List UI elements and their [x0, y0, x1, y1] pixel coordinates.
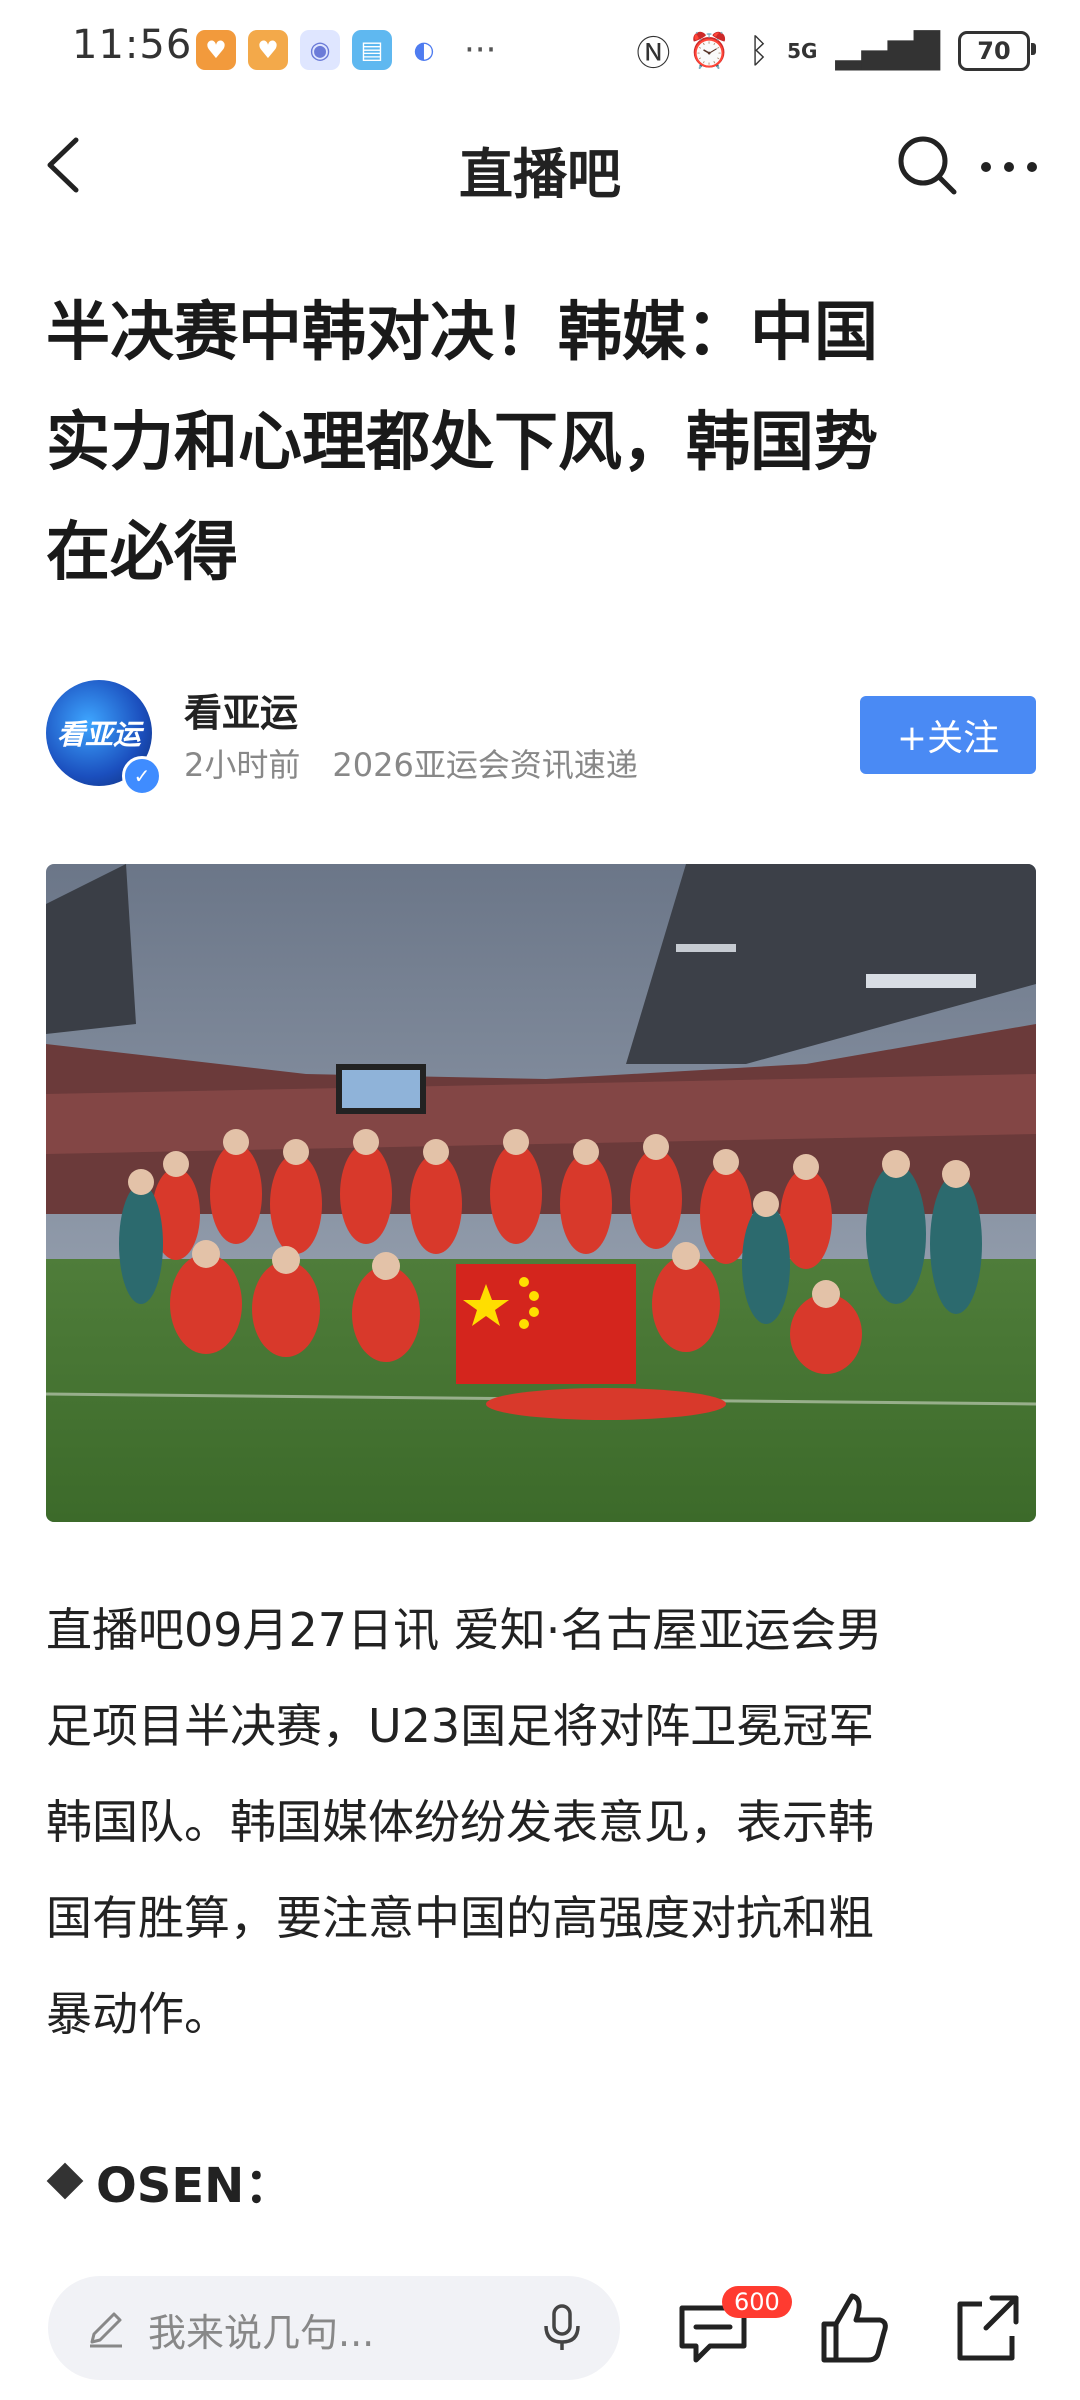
status-time: 11:56 [72, 22, 193, 68]
nfc-icon: Ⓝ [636, 34, 671, 74]
avatar-text: 看亚运 [56, 718, 141, 751]
follow-button[interactable]: +关注 [860, 696, 1036, 774]
more-notifications-icon: ··· [464, 30, 497, 70]
diamond-bullet-icon [46, 2162, 84, 2200]
section-subheading: OSEN： [46, 2146, 292, 2216]
battery-icon: 70 [958, 30, 1036, 71]
microphone-icon[interactable] [538, 2302, 586, 2354]
search-icon [898, 136, 957, 195]
nav-bar: 直播吧 [0, 110, 1080, 220]
comment-count-badge: 600 [722, 2286, 792, 2318]
thumbs-up-icon [821, 2293, 888, 2363]
network-label: 5G [787, 38, 818, 63]
comment-input[interactable]: 我来说几句... [48, 2276, 620, 2380]
share-button[interactable] [952, 2290, 1024, 2364]
system-icons: Ⓝ ⏰ ᛒ 5G ▂▄▆█ 70 [636, 26, 1036, 75]
heart-app-icon-2: ♥ [248, 30, 288, 70]
heart-app-icon: ♥ [196, 30, 236, 70]
body-line: 韩国队。韩国媒体纷纷发表意见，表示韩 [46, 1795, 874, 1849]
author-name[interactable]: 看亚运 [184, 682, 298, 737]
alarm-icon: ⏰ [688, 30, 731, 71]
author-row: 看亚运 ✓ 看亚运 2小时前 2026亚运会资讯速递 +关注 [46, 680, 1036, 796]
ghost-app-icon: ◉ [300, 30, 340, 70]
article-photo[interactable] [46, 864, 1036, 1522]
headline-line: 实力和心理都处下风，韩国势 [46, 406, 878, 480]
subheading-text: OSEN： [96, 2158, 293, 2214]
author-meta: 2小时前 2026亚运会资讯速递 [184, 740, 638, 786]
team-celebration-photo [46, 864, 1036, 1522]
bottom-action-bar: 我来说几句... 600 [0, 2240, 1080, 2400]
verified-badge-icon: ✓ [122, 756, 162, 796]
comment-placeholder: 我来说几句... [148, 2311, 375, 2355]
share-icon [957, 2295, 1019, 2361]
more-icon [981, 162, 1037, 172]
body-line: 暴动作。 [46, 1987, 230, 2041]
search-button[interactable] [892, 130, 962, 200]
status-bar: 11:56 ♥ ♥ ◉ ▤ ◐ ··· Ⓝ ⏰ ᛒ 5G ▂▄▆█ 70 [0, 0, 1080, 100]
signal-icon: ▂▄▆█ [835, 30, 940, 71]
article-headline: 半决赛中韩对决！韩媒：中国 实力和心理都处下风，韩国势 在必得 [46, 278, 1036, 608]
more-options-button[interactable] [974, 132, 1044, 202]
author-tagline: 2026亚运会资讯速递 [332, 746, 638, 784]
publish-time: 2小时前 [184, 746, 301, 784]
body-line: 直播吧09月27日讯 爱知·名古屋亚运会男 [46, 1603, 883, 1657]
body-line: 足项目半决赛，U23国足将对阵卫冕冠军 [46, 1699, 875, 1753]
pen-icon [90, 2312, 122, 2348]
like-button[interactable] [818, 2290, 892, 2366]
bluetooth-icon: ᛒ [748, 30, 770, 71]
headline-line: 半决赛中韩对决！韩媒：中国 [46, 296, 878, 370]
article-body: 直播吧09月27日讯 爱知·名古屋亚运会男 足项目半决赛，U23国足将对阵卫冕冠… [46, 1582, 1041, 2062]
battery-level: 70 [977, 36, 1011, 65]
book-app-icon: ▤ [352, 30, 392, 70]
headline-line: 在必得 [46, 516, 238, 590]
planet-app-icon: ◐ [404, 30, 444, 70]
notification-icons: ♥ ♥ ◉ ▤ ◐ ··· [196, 30, 496, 70]
body-line: 国有胜算，要注意中国的高强度对抗和粗 [46, 1891, 874, 1945]
